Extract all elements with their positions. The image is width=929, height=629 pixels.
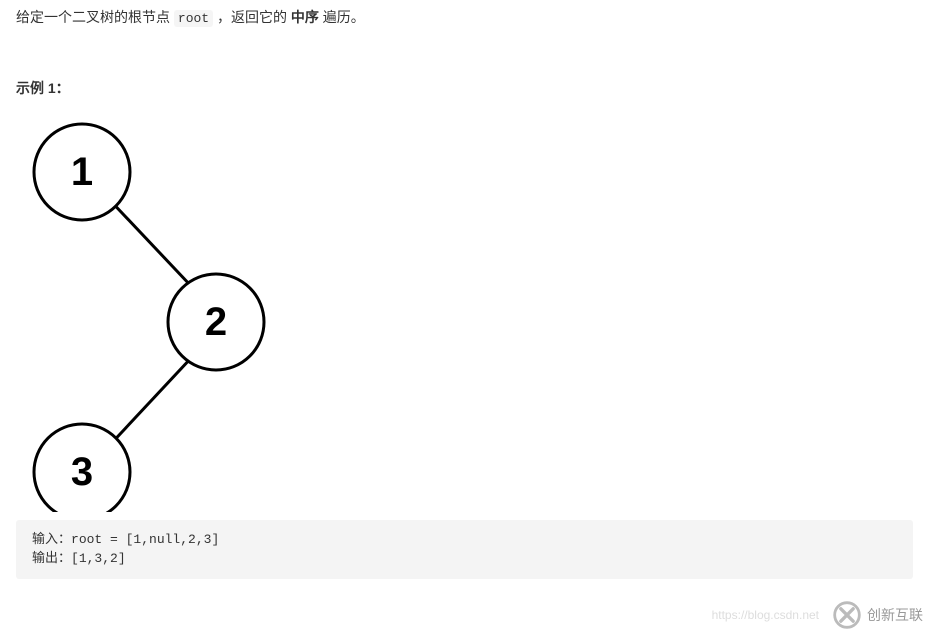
watermark-brand: 创新互联 xyxy=(867,605,923,625)
example-label: 示例 1： xyxy=(16,78,913,98)
root-code: root xyxy=(174,10,213,27)
brand-logo-icon xyxy=(833,601,861,629)
node-1-label: 1 xyxy=(71,150,93,194)
node-2-label: 2 xyxy=(205,300,227,344)
example-code-block: 输入：root = [1,null,2,3] 输出：[1,3,2] xyxy=(16,520,913,579)
node-3-label: 3 xyxy=(71,450,93,494)
watermark: https://blog.csdn.net 创新互联 xyxy=(712,601,923,629)
tree-diagram: 1 2 3 xyxy=(16,112,913,512)
input-value: root = [1,null,2,3] xyxy=(71,532,219,547)
intro-text-2: ，返回它的 xyxy=(217,9,291,25)
input-label: 输入： xyxy=(32,532,71,547)
inorder-bold: 中序 xyxy=(291,9,319,25)
intro-text-1: 给定一个二叉树的根节点 xyxy=(16,9,174,25)
output-value: [1,3,2] xyxy=(71,551,126,566)
problem-statement: 给定一个二叉树的根节点 root ，返回它的 中序 遍历。 xyxy=(16,0,913,30)
output-label: 输出： xyxy=(32,551,71,566)
intro-text-3: 遍历。 xyxy=(323,9,365,25)
watermark-url: https://blog.csdn.net xyxy=(712,608,819,622)
